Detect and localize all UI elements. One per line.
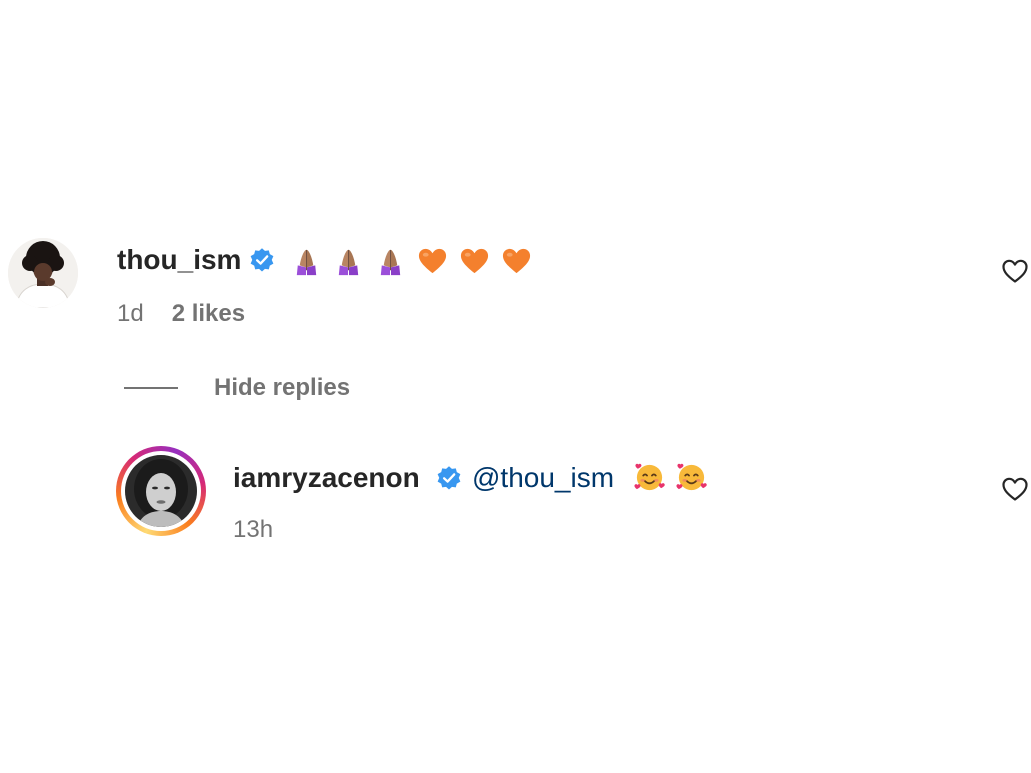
folded-hands-icon (338, 249, 359, 276)
folded-hands-icon (380, 249, 401, 276)
avatar (125, 455, 197, 527)
avatar-image-icon (8, 238, 78, 308)
heart-outline-icon[interactable] (1001, 476, 1029, 502)
orange-heart-icon (418, 248, 447, 274)
story-ring-avatar[interactable] (116, 446, 206, 536)
reply-username[interactable]: iamryzacenon (233, 462, 420, 494)
comment-emojis (291, 246, 532, 277)
orange-heart-icon (460, 248, 489, 274)
hide-replies-button[interactable]: Hide replies (124, 374, 350, 402)
comment-thread: thou_ism 1d 2 likes Hide replies iamryza… (0, 0, 1031, 773)
replies-divider-line (124, 387, 178, 389)
reply-timestamp[interactable]: 13h (233, 516, 273, 544)
reply-mention-link[interactable]: @thou_ism (472, 462, 614, 494)
comment-meta: 1d 2 likes (117, 300, 245, 328)
folded-hands-icon (296, 249, 317, 276)
hide-replies-label: Hide replies (214, 374, 351, 401)
smiling-face-with-hearts-icon (676, 463, 707, 491)
comment-timestamp[interactable]: 1d (117, 300, 144, 328)
comment-likes-count[interactable]: 2 likes (172, 300, 245, 328)
avatar[interactable] (8, 238, 78, 308)
verified-badge-icon (250, 248, 274, 272)
verified-badge-icon (437, 466, 461, 490)
heart-outline-icon[interactable] (1001, 258, 1029, 284)
avatar-image-icon (125, 455, 197, 527)
orange-heart-icon (502, 248, 531, 274)
reply-meta: 13h (233, 516, 273, 544)
comment-username[interactable]: thou_ism (117, 244, 241, 276)
reply-emojis (633, 460, 708, 493)
smiling-face-with-hearts-icon (634, 463, 665, 491)
